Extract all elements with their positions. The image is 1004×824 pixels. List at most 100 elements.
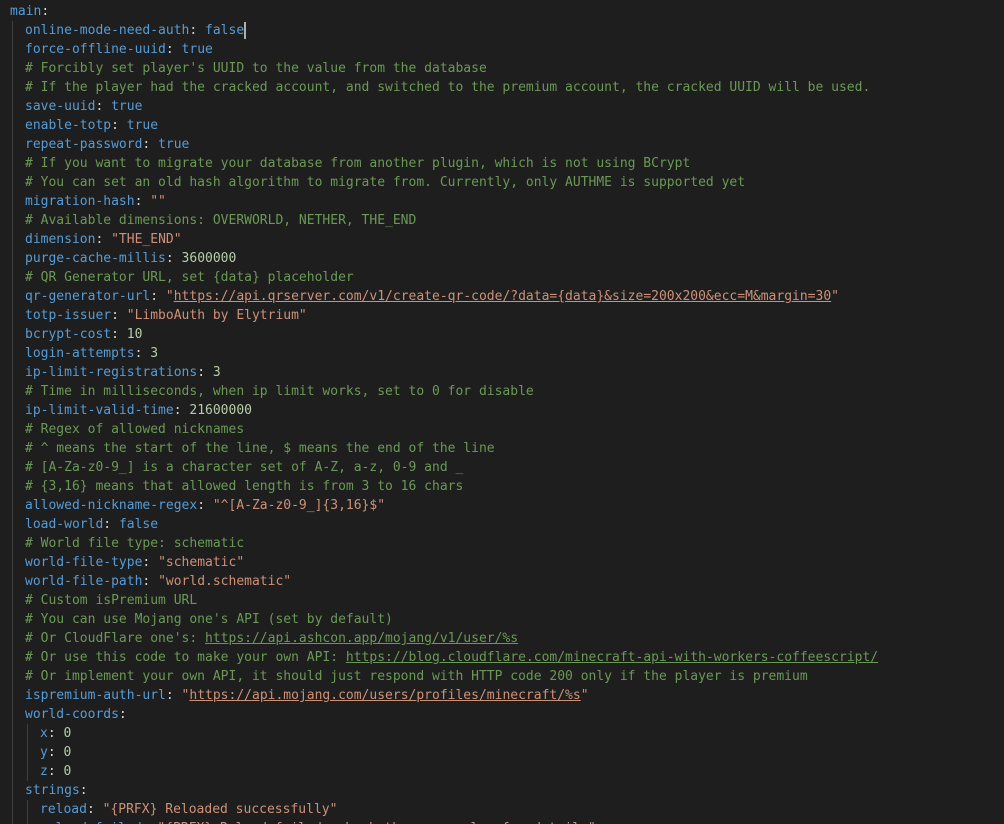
code-line[interactable]: # Time in milliseconds, when ip limit wo… bbox=[0, 382, 1004, 401]
code-line[interactable]: save-uuid: true bbox=[0, 97, 1004, 116]
code-line[interactable]: # Or implement your own API, it should j… bbox=[0, 667, 1004, 686]
yaml-key: allowed-nickname-regex bbox=[25, 498, 198, 513]
code-line[interactable]: # {3,16} means that allowed length is fr… bbox=[0, 477, 1004, 496]
indent-guide bbox=[12, 401, 13, 420]
code-line[interactable]: ispremium-auth-url: "https://api.mojang.… bbox=[0, 686, 1004, 705]
yaml-space bbox=[119, 308, 127, 323]
code-line[interactable]: purge-cache-millis: 3600000 bbox=[0, 249, 1004, 268]
yaml-space bbox=[150, 137, 158, 152]
code-line[interactable]: # Custom isPremium URL bbox=[0, 591, 1004, 610]
yaml-space bbox=[95, 802, 103, 817]
yaml-key: y bbox=[40, 745, 48, 760]
indent-guide bbox=[12, 496, 13, 515]
code-line[interactable]: # [A-Za-z0-9_] is a character set of A-Z… bbox=[0, 458, 1004, 477]
code-line[interactable]: # Or CloudFlare one's: https://api.ashco… bbox=[0, 629, 1004, 648]
code-line[interactable]: # You can set an old hash algorithm to m… bbox=[0, 173, 1004, 192]
yaml-comment: # ^ means the start of the line, $ means… bbox=[25, 441, 495, 456]
code-line[interactable]: world-file-path: "world.schematic" bbox=[0, 572, 1004, 591]
yaml-key: reload bbox=[40, 802, 87, 817]
code-editor[interactable]: main: online-mode-need-auth: false force-o… bbox=[0, 0, 1004, 824]
code-line[interactable]: # World file type: schematic bbox=[0, 534, 1004, 553]
indent-guide bbox=[12, 154, 13, 173]
code-line[interactable]: # You can use Mojang one's API (set by d… bbox=[0, 610, 1004, 629]
comment-link[interactable]: https://blog.cloudflare.com/minecraft-ap… bbox=[346, 650, 878, 665]
yaml-key: ispremium-auth-url bbox=[25, 688, 166, 703]
yaml-colon: : bbox=[47, 745, 56, 760]
code-line[interactable]: # Forcibly set player's UUID to the valu… bbox=[0, 59, 1004, 78]
indent-guide bbox=[27, 819, 28, 824]
yaml-key: force-offline-uuid bbox=[25, 42, 166, 57]
yaml-key: strings bbox=[25, 783, 80, 798]
code-line[interactable]: allowed-nickname-regex: "^[A-Za-z0-9_]{3… bbox=[0, 496, 1004, 515]
code-line[interactable]: reload-failed: "{PRFX} Reload failed: ch… bbox=[0, 819, 1004, 824]
url-link[interactable]: https://api.qrserver.com/v1/create-qr-co… bbox=[174, 289, 831, 304]
code-line[interactable]: reload: "{PRFX} Reloaded successfully" bbox=[0, 800, 1004, 819]
code-line[interactable]: world-file-type: "schematic" bbox=[0, 553, 1004, 572]
yaml-value: 0 bbox=[63, 764, 72, 779]
code-line[interactable]: # Regex of allowed nicknames bbox=[0, 420, 1004, 439]
yaml-colon: : bbox=[86, 802, 95, 817]
code-line[interactable]: dimension: "THE_END" bbox=[0, 230, 1004, 249]
yaml-comment: # Custom isPremium URL bbox=[25, 593, 198, 608]
indent-guide bbox=[12, 306, 13, 325]
yaml-space bbox=[205, 498, 213, 513]
code-line[interactable]: # Available dimensions: OVERWORLD, NETHE… bbox=[0, 211, 1004, 230]
code-line[interactable]: world-coords: bbox=[0, 705, 1004, 724]
yaml-value: true bbox=[181, 42, 213, 57]
yaml-key: login-attempts bbox=[25, 346, 135, 361]
code-line[interactable]: migration-hash: "" bbox=[0, 192, 1004, 211]
indent-guide bbox=[12, 724, 13, 743]
code-line[interactable]: repeat-password: true bbox=[0, 135, 1004, 154]
indent-guide bbox=[12, 211, 13, 230]
code-line[interactable]: force-offline-uuid: true bbox=[0, 40, 1004, 59]
code-line[interactable]: load-world: false bbox=[0, 515, 1004, 534]
yaml-value: "LimboAuth by Elytrium" bbox=[126, 308, 307, 323]
yaml-comment: # Time in milliseconds, when ip limit wo… bbox=[25, 384, 534, 399]
yaml-value: false bbox=[205, 23, 245, 38]
yaml-key: purge-cache-millis bbox=[25, 251, 166, 266]
yaml-space bbox=[205, 365, 213, 380]
code-line[interactable]: # QR Generator URL, set {data} placehold… bbox=[0, 268, 1004, 287]
code-line[interactable]: online-mode-need-auth: false bbox=[0, 21, 1004, 40]
code-line[interactable]: login-attempts: 3 bbox=[0, 344, 1004, 363]
yaml-colon: : bbox=[165, 42, 174, 57]
yaml-key: world-coords bbox=[25, 707, 119, 722]
indent-guide bbox=[12, 781, 13, 800]
indent-guide bbox=[12, 648, 13, 667]
code-line[interactable]: ip-limit-registrations: 3 bbox=[0, 363, 1004, 382]
indent-guide bbox=[12, 686, 13, 705]
yaml-key: repeat-password bbox=[25, 137, 143, 152]
code-line[interactable]: # Or use this code to make your own API:… bbox=[0, 648, 1004, 667]
indent-guide bbox=[12, 515, 13, 534]
code-line[interactable]: # If the player had the cracked account,… bbox=[0, 78, 1004, 97]
yaml-key: ip-limit-valid-time bbox=[25, 403, 174, 418]
code-line[interactable]: ip-limit-valid-time: 21600000 bbox=[0, 401, 1004, 420]
code-line[interactable]: totp-issuer: "LimboAuth by Elytrium" bbox=[0, 306, 1004, 325]
code-line[interactable]: strings: bbox=[0, 781, 1004, 800]
code-line[interactable]: # ^ means the start of the line, $ means… bbox=[0, 439, 1004, 458]
yaml-key: migration-hash bbox=[25, 194, 135, 209]
yaml-colon: : bbox=[47, 764, 56, 779]
yaml-colon: : bbox=[197, 365, 206, 380]
indent-guide bbox=[12, 230, 13, 249]
indent-guide bbox=[12, 192, 13, 211]
indent-guide bbox=[12, 287, 13, 306]
indent-guide bbox=[12, 705, 13, 724]
yaml-colon: : bbox=[197, 498, 206, 513]
code-line[interactable]: z: 0 bbox=[0, 762, 1004, 781]
code-line[interactable]: # If you want to migrate your database f… bbox=[0, 154, 1004, 173]
code-line[interactable]: y: 0 bbox=[0, 743, 1004, 762]
yaml-value: "" bbox=[150, 194, 166, 209]
code-line[interactable]: qr-generator-url: "https://api.qrserver.… bbox=[0, 287, 1004, 306]
yaml-value: 3 bbox=[212, 365, 221, 380]
url-link[interactable]: https://api.mojang.com/users/profiles/mi… bbox=[189, 688, 580, 703]
yaml-key: totp-issuer bbox=[25, 308, 112, 323]
code-line[interactable]: enable-totp: true bbox=[0, 116, 1004, 135]
code-line[interactable]: bcrypt-cost: 10 bbox=[0, 325, 1004, 344]
comment-link[interactable]: https://api.ashcon.app/mojang/v1/user/%s bbox=[205, 631, 518, 646]
code-line[interactable]: main: bbox=[0, 2, 1004, 21]
yaml-key: dimension bbox=[25, 232, 96, 247]
yaml-comment: # {3,16} means that allowed length is fr… bbox=[25, 479, 464, 494]
yaml-comment: # You can use Mojang one's API (set by d… bbox=[25, 612, 393, 627]
code-line[interactable]: x: 0 bbox=[0, 724, 1004, 743]
